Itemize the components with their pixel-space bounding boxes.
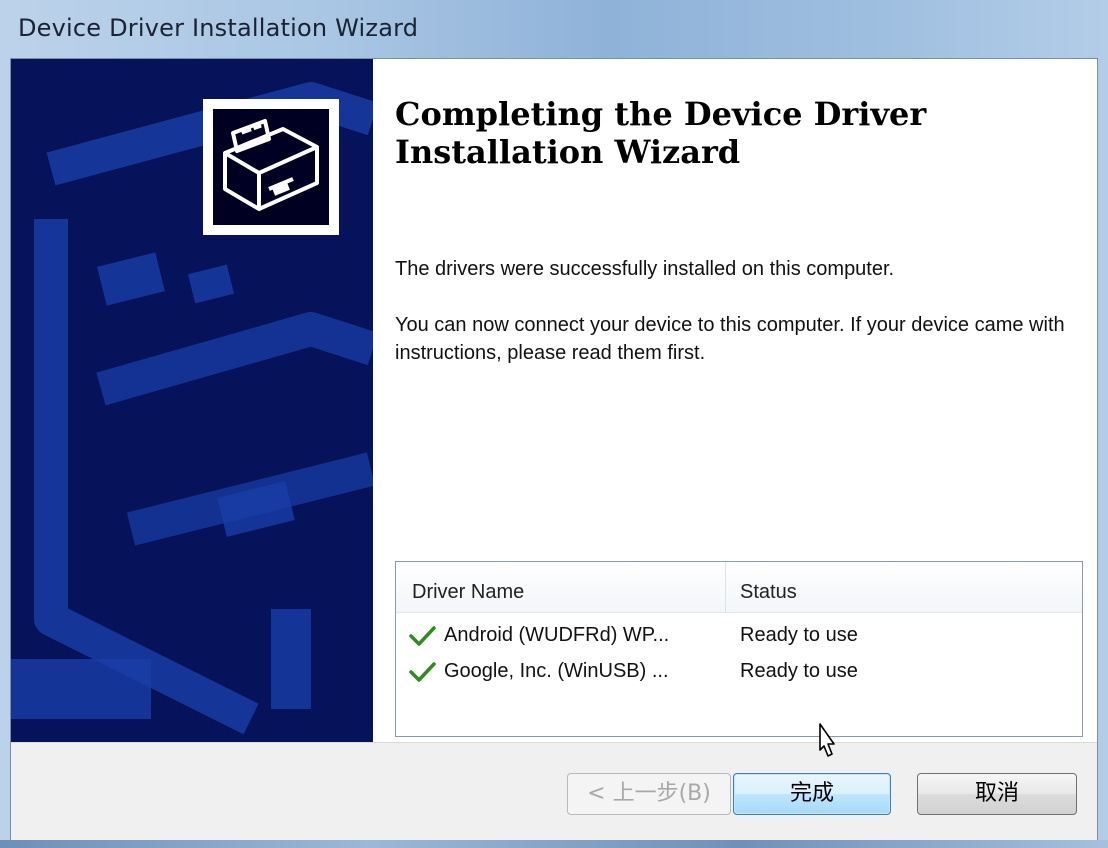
mouse-pointer-icon bbox=[819, 723, 835, 757]
wizard-content: Completing the Device Driver Installatio… bbox=[373, 59, 1097, 742]
list-header: Driver Name Status bbox=[396, 562, 1082, 613]
drivers-list[interactable]: Driver Name Status Android (WUDFRd) WP..… bbox=[395, 561, 1083, 737]
wizard-button-bar: < 上一步(B) 完成 取消 bbox=[11, 742, 1097, 840]
finish-button[interactable]: 完成 bbox=[733, 773, 891, 815]
cancel-button[interactable]: 取消 bbox=[917, 773, 1077, 815]
driver-name: Android (WUDFRd) WP... bbox=[444, 624, 670, 646]
device-drive-icon bbox=[203, 99, 339, 235]
list-item[interactable]: Android (WUDFRd) WP... Ready to use bbox=[396, 618, 1082, 654]
taskbar-strip bbox=[0, 840, 1108, 848]
driver-status: Ready to use bbox=[740, 624, 858, 646]
instructions-message: You can now connect your device to this … bbox=[395, 314, 1065, 364]
checkmark-icon bbox=[409, 626, 436, 646]
window-title: Device Driver Installation Wizard bbox=[18, 14, 419, 42]
page-title: Completing the Device Driver Installatio… bbox=[395, 95, 927, 171]
wizard-window: Device Driver Installation Wizard Comple… bbox=[0, 0, 1108, 848]
driver-status: Ready to use bbox=[740, 660, 858, 682]
success-message: The drivers were successfully installed … bbox=[395, 258, 895, 280]
column-header-driver-name[interactable]: Driver Name bbox=[396, 562, 726, 612]
wizard-client-area: Completing the Device Driver Installatio… bbox=[10, 58, 1098, 840]
checkmark-icon bbox=[409, 662, 436, 682]
wizard-side-banner bbox=[11, 59, 373, 742]
driver-name: Google, Inc. (WinUSB) ... bbox=[444, 660, 669, 682]
back-button[interactable]: < 上一步(B) bbox=[567, 773, 731, 815]
title-bar[interactable]: Device Driver Installation Wizard bbox=[0, 0, 1108, 58]
list-item[interactable]: Google, Inc. (WinUSB) ... Ready to use bbox=[396, 654, 1082, 690]
column-header-status[interactable]: Status bbox=[726, 562, 1082, 612]
